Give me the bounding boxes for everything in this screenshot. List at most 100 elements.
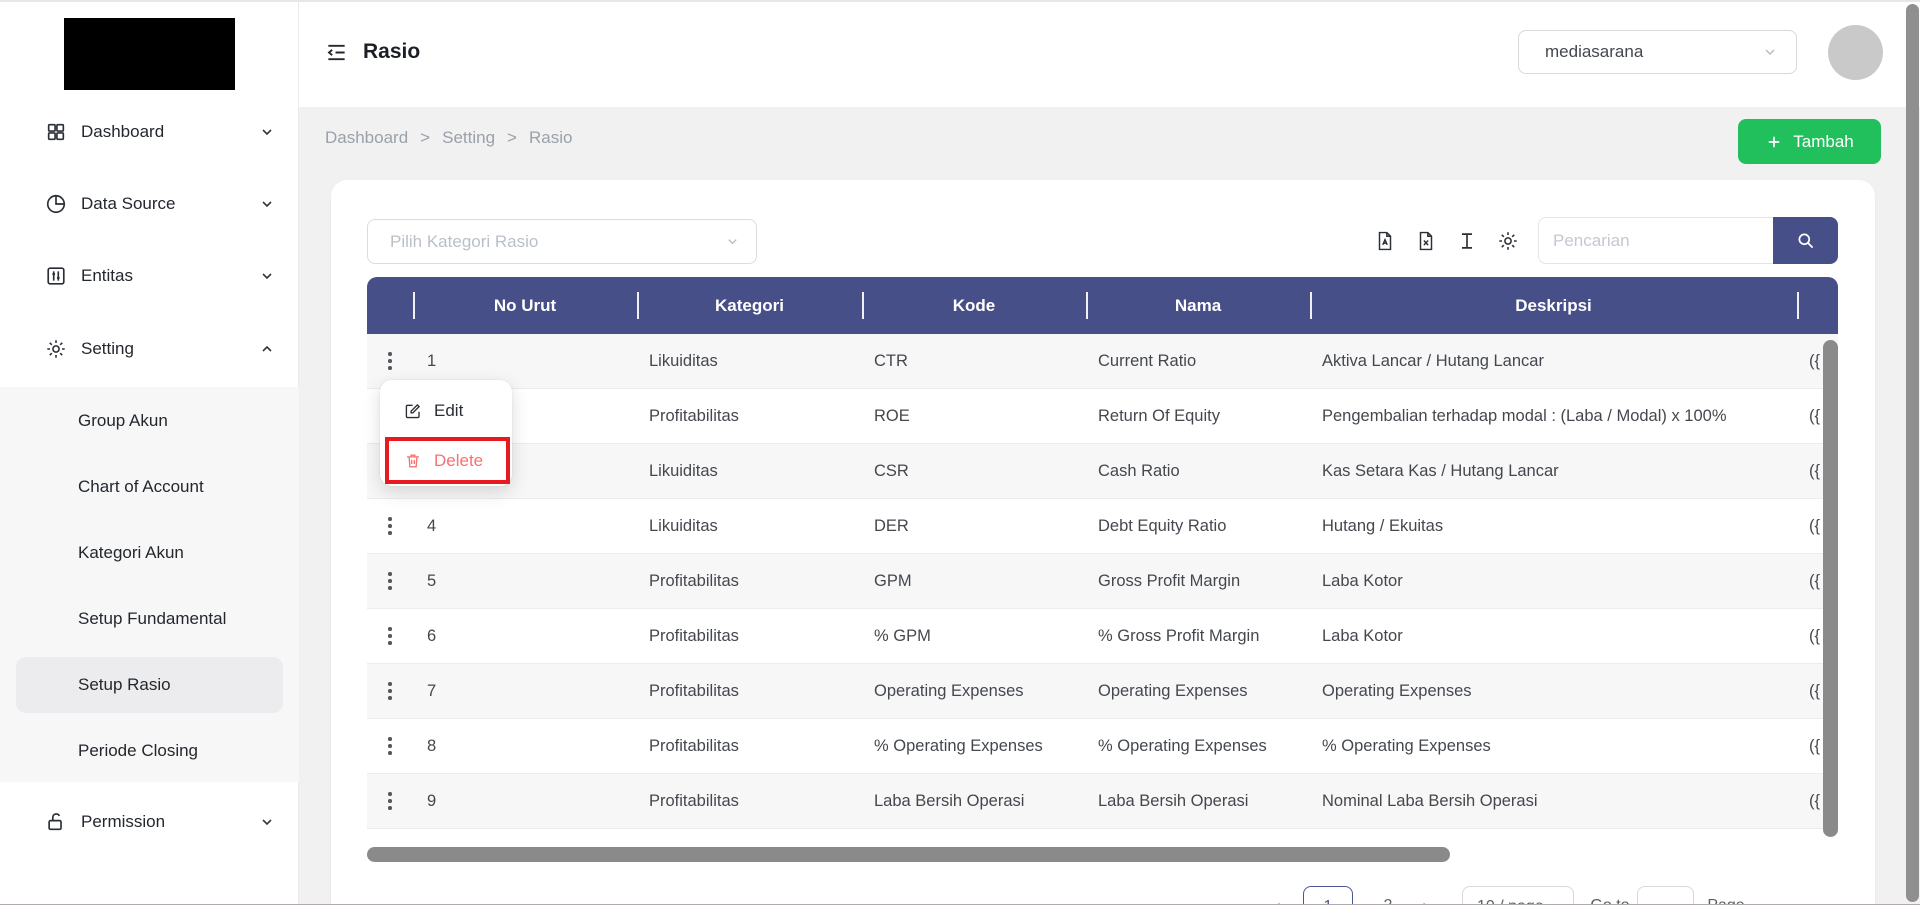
cell-deskripsi: Hutang / Ekuitas — [1310, 499, 1797, 553]
sidebar-item-chart-of-account[interactable]: Chart of Account — [0, 459, 299, 515]
breadcrumb-setting[interactable]: Setting — [442, 128, 495, 148]
sidebar-item-dashboard[interactable]: Dashboard — [45, 108, 275, 156]
sidebar-item-entitas[interactable]: Entitas — [45, 252, 275, 300]
cell-nama: Cash Ratio — [1086, 444, 1310, 498]
chevron-down-icon — [259, 124, 275, 140]
cell-kode: DER — [862, 499, 1086, 553]
table-vertical-scrollbar[interactable] — [1823, 340, 1838, 837]
table-horizontal-scrollbar[interactable] — [367, 847, 1450, 862]
sidebar-item-setting[interactable]: Setting — [45, 325, 275, 373]
page-scrollbar[interactable] — [1906, 4, 1919, 902]
search-button[interactable] — [1773, 217, 1838, 264]
sidebar-item-data-source[interactable]: Data Source — [45, 180, 275, 228]
pagination-page-2[interactable]: 2 — [1373, 886, 1403, 905]
breadcrumb-dashboard[interactable]: Dashboard — [325, 128, 408, 148]
page-title: Rasio — [363, 40, 420, 64]
tenant-select-value: mediasarana — [1545, 42, 1643, 62]
cell-deskripsi: Operating Expenses — [1310, 664, 1797, 718]
cell-deskripsi: Pengembalian terhadap modal : (Laba / Mo… — [1310, 389, 1797, 443]
chevron-down-icon — [1762, 44, 1778, 60]
table-row: 6 Profitabilitas % GPM % Gross Profit Ma… — [367, 609, 1838, 664]
kategori-select-placeholder: Pilih Kategori Rasio — [390, 232, 538, 252]
export-pdf-icon[interactable] — [1374, 230, 1396, 252]
sidebar-item-setup-fundamental[interactable]: Setup Fundamental — [0, 591, 299, 647]
sidebar-item-group-akun[interactable]: Group Akun — [0, 393, 299, 449]
row-kebab-icon[interactable] — [382, 731, 398, 761]
pagination-page-size-select[interactable]: 10 / page — [1462, 886, 1574, 905]
rasio-table: No Urut Kategori Kode Nama Deskripsi 1 L… — [367, 277, 1838, 829]
tambah-button[interactable]: Tambah — [1738, 119, 1881, 164]
pagination-prev-icon[interactable]: ‹ — [1266, 886, 1290, 905]
context-menu-delete[interactable]: Delete — [380, 438, 512, 484]
cell-nama: Current Ratio — [1086, 334, 1310, 388]
pagination-next-icon[interactable]: › — [1413, 886, 1437, 905]
cell-deskripsi: Laba Kotor — [1310, 609, 1797, 663]
table-row: 4 Likuiditas DER Debt Equity Ratio Hutan… — [367, 499, 1838, 554]
cell-deskripsi: Aktiva Lancar / Hutang Lancar — [1310, 334, 1797, 388]
row-kebab-icon[interactable] — [382, 676, 398, 706]
cell-kategori: Likuiditas — [637, 499, 862, 553]
cell-kode: ROE — [862, 389, 1086, 443]
context-menu-delete-label: Delete — [434, 451, 483, 471]
row-kebab-icon[interactable] — [382, 786, 398, 816]
avatar[interactable] — [1828, 25, 1883, 80]
context-menu-edit[interactable]: Edit — [380, 388, 512, 434]
sidebar-item-label: Data Source — [81, 194, 176, 214]
cell-kategori: Profitabilitas — [637, 664, 862, 718]
row-kebab-icon[interactable] — [382, 346, 398, 376]
cell-kode: CSR — [862, 444, 1086, 498]
cell-kode: % GPM — [862, 609, 1086, 663]
chevron-down-icon — [259, 814, 275, 830]
menu-fold-icon[interactable] — [325, 41, 348, 64]
cell-nama: Gross Profit Margin — [1086, 554, 1310, 608]
sidebar-item-kategori-akun[interactable]: Kategori Akun — [0, 525, 299, 581]
col-actions — [367, 277, 413, 334]
table-row: 9 Profitabilitas Laba Bersih Operasi Lab… — [367, 774, 1838, 829]
export-excel-icon[interactable] — [1415, 230, 1437, 252]
sidebar-item-permission[interactable]: Permission — [45, 798, 275, 846]
cell-nama: % Gross Profit Margin — [1086, 609, 1310, 663]
text-height-icon[interactable] — [1456, 230, 1478, 252]
app-logo — [64, 18, 235, 90]
cell-kode: % Operating Expenses — [862, 719, 1086, 773]
row-context-menu: Edit Delete — [380, 380, 512, 486]
pagination-goto-label: Go to — [1587, 886, 1633, 905]
rasio-card: Pilih Kategori Rasio — [331, 180, 1875, 905]
gear-icon — [45, 338, 67, 360]
table-header-row: No Urut Kategori Kode Nama Deskripsi — [367, 277, 1838, 334]
setting-submenu: Group Akun Chart of Account Kategori Aku… — [0, 387, 299, 782]
cell-kategori: Profitabilitas — [637, 719, 862, 773]
search-group — [1538, 217, 1838, 264]
cell-deskripsi: Laba Kotor — [1310, 554, 1797, 608]
col-kategori: Kategori — [637, 277, 862, 334]
pagination: ‹ 1 2 › 10 / page Go to Page — [331, 886, 1875, 905]
search-input[interactable] — [1538, 217, 1773, 264]
sidebar: Dashboard Data Source Entitas Setting — [0, 2, 299, 905]
cell-kategori: Likuiditas — [637, 444, 862, 498]
cell-nama: Operating Expenses — [1086, 664, 1310, 718]
search-icon — [1796, 231, 1815, 250]
cell-kode: CTR — [862, 334, 1086, 388]
table-row: 1 Likuiditas CTR Current Ratio Aktiva La… — [367, 334, 1838, 389]
cell-kode: Laba Bersih Operasi — [862, 774, 1086, 828]
table-row: 3 Likuiditas CSR Cash Ratio Kas Setara K… — [367, 444, 1838, 499]
kategori-rasio-select[interactable]: Pilih Kategori Rasio — [367, 219, 757, 264]
row-kebab-icon[interactable] — [382, 621, 398, 651]
sidebar-item-label: Setting — [81, 339, 134, 359]
pagination-goto-input[interactable] — [1637, 886, 1694, 905]
table-row: 8 Profitabilitas % Operating Expenses % … — [367, 719, 1838, 774]
pie-icon — [45, 193, 67, 215]
sidebar-item-periode-closing[interactable]: Periode Closing — [0, 723, 299, 779]
col-deskripsi: Deskripsi — [1310, 277, 1797, 334]
col-nama: Nama — [1086, 277, 1310, 334]
chevron-down-icon — [259, 196, 275, 212]
cell-no: 8 — [413, 719, 637, 773]
tenant-select[interactable]: mediasarana — [1518, 30, 1797, 74]
row-kebab-icon[interactable] — [382, 566, 398, 596]
pagination-page-1[interactable]: 1 — [1303, 886, 1353, 905]
table-settings-icon[interactable] — [1497, 230, 1519, 252]
row-kebab-icon[interactable] — [382, 511, 398, 541]
breadcrumb-separator: > — [420, 128, 430, 148]
cell-no: 9 — [413, 774, 637, 828]
sidebar-item-setup-rasio[interactable]: Setup Rasio — [0, 657, 299, 713]
